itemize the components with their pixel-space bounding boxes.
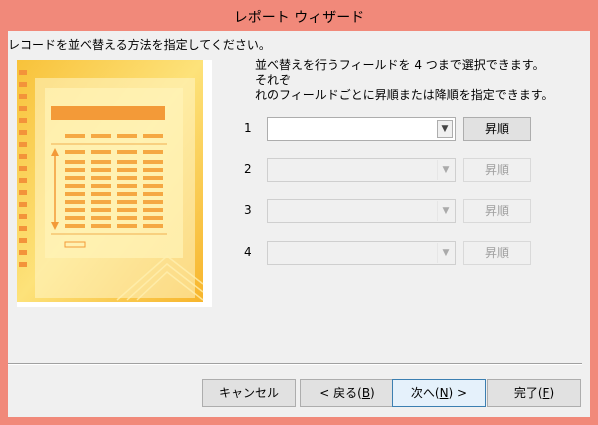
sort-row-number: 1 — [244, 121, 252, 135]
finish-label-prefix: 完了( — [513, 386, 543, 400]
sort-field-2-combobox: ▼ — [267, 158, 456, 182]
chevron-down-icon: ▼ — [437, 160, 454, 180]
sort-order-3-button: 昇順 — [463, 199, 531, 223]
chevron-down-icon: ▼ — [437, 243, 454, 263]
finish-label-suffix: ) — [549, 386, 555, 400]
sort-field-4-combobox: ▼ — [267, 241, 456, 265]
divider — [8, 363, 582, 365]
sort-row-number: 2 — [244, 162, 252, 176]
sort-order-2-button: 昇順 — [463, 158, 531, 182]
instruction-text: レコードを並べ替える方法を指定してください。 — [8, 38, 271, 52]
next-accelerator: N — [439, 386, 449, 400]
sort-description: 並べ替えを行うフィールドを 4 つまで選択できます。それぞ れのフィールドごとに… — [255, 58, 554, 102]
finish-button[interactable]: 完了(F) — [487, 379, 581, 407]
back-button[interactable]: < 戻る(B) — [300, 379, 394, 407]
back-accelerator: B — [361, 386, 371, 400]
next-label-suffix: ) > — [448, 386, 468, 400]
report-illustration — [17, 60, 212, 307]
sort-row-number: 3 — [244, 203, 252, 217]
wizard-body: レコードを並べ替える方法を指定してください。 並べ替えを行うフィールドを 4 つ… — [8, 31, 590, 417]
sort-order-4-button: 昇順 — [463, 241, 531, 265]
back-label-prefix: < 戻る( — [319, 386, 362, 400]
sort-field-1-combobox[interactable]: ▼ — [267, 117, 456, 141]
title-bar: レポート ウィザード — [0, 0, 598, 31]
chevron-down-icon: ▼ — [437, 201, 454, 221]
sort-order-1-button[interactable]: 昇順 — [463, 117, 531, 141]
report-preview-image — [17, 60, 204, 302]
chevron-down-icon[interactable]: ▼ — [437, 120, 453, 138]
window-title: レポート ウィザード — [233, 10, 365, 26]
sort-row-number: 4 — [244, 245, 252, 259]
cancel-button[interactable]: キャンセル — [202, 379, 296, 407]
next-button[interactable]: 次へ(N) > — [392, 379, 486, 407]
back-label-suffix: ) — [370, 386, 375, 400]
next-label-prefix: 次へ( — [410, 386, 440, 400]
sort-field-3-combobox: ▼ — [267, 199, 456, 223]
